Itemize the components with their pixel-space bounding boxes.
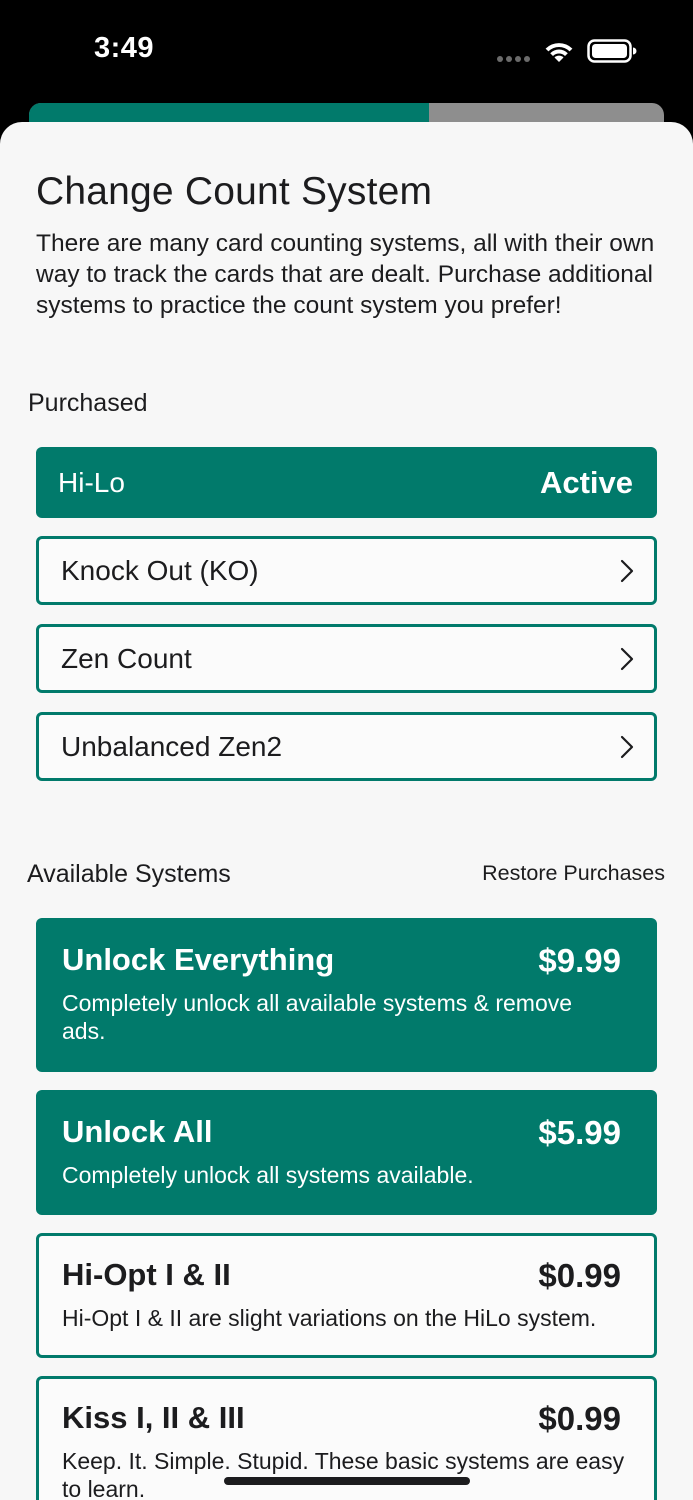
home-indicator bbox=[224, 1477, 470, 1485]
purchased-item-hi-lo[interactable]: Hi-Lo Active bbox=[36, 447, 657, 518]
purchased-item-knock-out[interactable]: Knock Out (KO) bbox=[36, 536, 657, 605]
purchased-item-label: Hi-Lo bbox=[58, 466, 125, 498]
product-card-unlock-everything[interactable]: Unlock Everything $9.99 Completely unloc… bbox=[36, 918, 657, 1072]
status-time: 3:49 bbox=[94, 32, 155, 64]
product-title: Unlock Everything bbox=[62, 942, 335, 977]
product-card-hi-opt[interactable]: Hi-Opt I & II $0.99 Hi-Opt I & II are sl… bbox=[36, 1233, 657, 1358]
product-title: Kiss I, II & III bbox=[62, 1400, 245, 1435]
available-systems-heading: Available Systems bbox=[27, 860, 231, 888]
chevron-right-icon bbox=[620, 559, 634, 582]
product-price: $0.99 bbox=[538, 1400, 621, 1437]
active-badge: Active bbox=[539, 464, 633, 500]
product-price: $9.99 bbox=[538, 942, 621, 979]
purchased-heading: Purchased bbox=[28, 389, 148, 417]
purchased-item-label: Zen Count bbox=[61, 642, 192, 674]
purchased-item-label: Knock Out (KO) bbox=[61, 554, 259, 586]
product-price: $0.99 bbox=[538, 1257, 621, 1294]
product-price: $5.99 bbox=[538, 1114, 621, 1151]
product-title: Unlock All bbox=[62, 1114, 213, 1149]
page-description: There are many card counting systems, al… bbox=[36, 230, 655, 319]
product-title: Hi-Opt I & II bbox=[62, 1257, 231, 1292]
purchased-item-unbalanced-zen2[interactable]: Unbalanced Zen2 bbox=[36, 712, 657, 781]
wifi-icon bbox=[545, 43, 573, 62]
chevron-right-icon bbox=[620, 647, 634, 670]
product-description: Completely unlock all systems available. bbox=[62, 1162, 474, 1188]
signal-dots-icon bbox=[497, 56, 533, 62]
battery-icon bbox=[587, 39, 637, 63]
restore-purchases-button[interactable]: Restore Purchases bbox=[482, 861, 665, 886]
page-title: Change Count System bbox=[36, 170, 433, 213]
product-description: Hi-Opt I & II are slight variations on t… bbox=[62, 1305, 597, 1331]
purchased-item-label: Unbalanced Zen2 bbox=[61, 730, 283, 762]
bottom-sheet: Change Count System There are many card … bbox=[0, 122, 693, 1500]
chevron-right-icon bbox=[620, 735, 634, 758]
purchased-item-zen-count[interactable]: Zen Count bbox=[36, 624, 657, 693]
product-card-unlock-all[interactable]: Unlock All $5.99 Completely unlock all s… bbox=[36, 1090, 657, 1215]
product-description: Keep. It. Simple. Stupid. These basic sy… bbox=[62, 1448, 625, 1500]
status-bar: 3:49 bbox=[0, 0, 693, 100]
product-description: Completely unlock all available systems … bbox=[62, 990, 573, 1044]
